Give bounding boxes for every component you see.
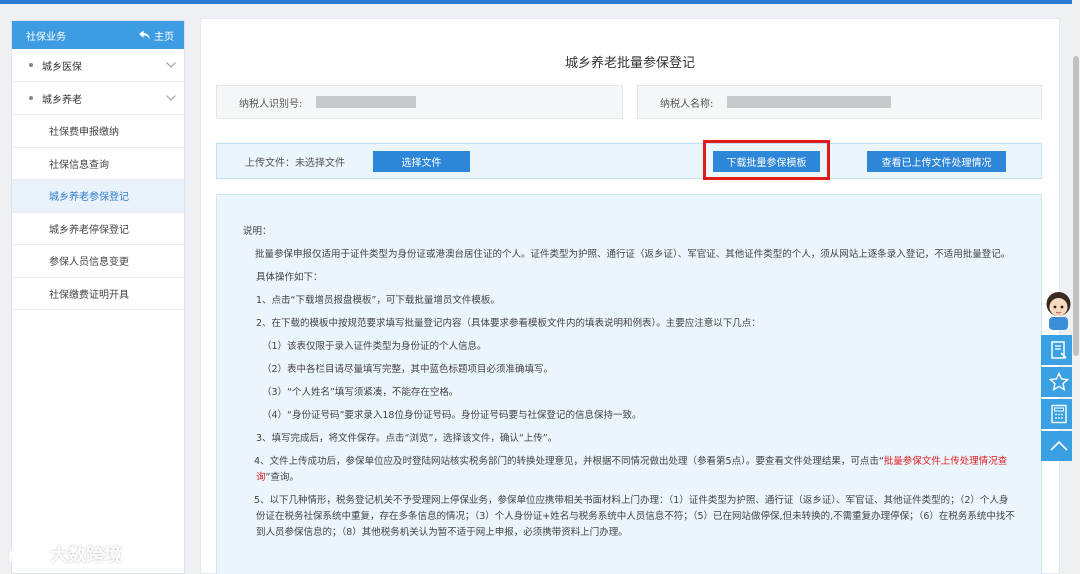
favorite-tool-button[interactable]	[1041, 367, 1076, 397]
page-title: 城乡养老批量参保登记	[564, 56, 695, 71]
sidebar-header: 社保业务 主页	[12, 21, 184, 49]
scrollbar-track[interactable]	[1072, 0, 1080, 574]
upload-file-label: 上传文件：未选择文件	[245, 157, 345, 169]
instructions-step2: 2、在下载的模板中按规范要求填写批量登记内容（具体要求参看模板文件内的填表说明和…	[256, 318, 761, 329]
calculator-tool-button[interactable]	[1041, 399, 1076, 429]
sidebar-title: 社保业务	[26, 31, 66, 43]
instructions-step4: 4、文件上传成功后，参保单位应及时登陆网站核实税务部门的转换处理意见，并根据不同…	[254, 454, 1017, 486]
select-file-button[interactable]: 选择文件	[373, 151, 470, 172]
group-label: 城乡医保	[42, 61, 82, 73]
view-upload-status-button[interactable]: 查看已上传文件处理情况	[867, 151, 1006, 172]
taxpayer-id-label: 纳税人识别号:	[239, 98, 303, 110]
sidebar-group-rural-medical[interactable]: 城乡医保	[12, 49, 184, 82]
instructions-step5: 5、以下几种情形，税务登记机关不予受理网上停保业务，参保单位应携带相关书面材料上…	[254, 495, 1015, 538]
home-link[interactable]: 主页	[139, 28, 174, 43]
chevron-down-icon	[166, 62, 176, 68]
highlight-box	[703, 140, 830, 180]
instructions-intro: 批量参保申报仅适用于证件类型为身份证或港澳台居住证的个人。证件类型为护照、通行证…	[255, 249, 1011, 260]
sidebar-item-pension-stop[interactable]: 城乡养老停保登记	[12, 213, 184, 245]
taxpayer-name-box: 纳税人名称:	[637, 85, 1042, 119]
sidebar-item-payment-certificate[interactable]: 社保缴费证明开具	[12, 278, 184, 310]
chevron-up-icon	[1049, 440, 1068, 451]
main-panel: 城乡养老批量参保登记 纳税人识别号: 纳税人名称: 上传文件：未选择文件 选择文…	[200, 18, 1060, 574]
back-to-top-button[interactable]	[1041, 431, 1076, 461]
sidebar-item-info-change[interactable]: 参保人员信息变更	[12, 245, 184, 278]
chevron-down-icon	[166, 95, 176, 101]
mascot-icon[interactable]	[1041, 288, 1076, 330]
taxpayer-name-label: 纳税人名称:	[660, 98, 714, 110]
home-label: 主页	[154, 31, 174, 43]
instructions-panel: 说明： 批量参保申报仅适用于证件类型为身份证或港澳台居住证的个人。证件类型为护照…	[216, 194, 1042, 574]
sidebar-item-info-query[interactable]: 社保信息查询	[12, 148, 184, 180]
instructions-note1: （1）该表仅限于录入证件类型为身份证的个人信息。	[262, 341, 487, 352]
taxpayer-name-masked	[727, 96, 892, 108]
form-tool-button[interactable]	[1041, 335, 1076, 365]
calculator-icon	[1050, 404, 1067, 424]
sidebar: 社保业务 主页 城乡医保 城乡养老 社保费申报缴纳 社保信息查询 城乡养老参保登…	[11, 20, 185, 574]
watermark-text: 大数跨境	[50, 545, 122, 566]
sidebar-group-rural-pension[interactable]: 城乡养老	[12, 82, 184, 115]
instructions-note4: （4）“身份证号码”要求录入18位身份证号码。身份证号码要与社保登记的信息保持一…	[262, 410, 642, 421]
instructions-note2: （2）表中各栏目请尽量填写完整，其中蓝色标题项目必须准确填写。	[262, 364, 554, 375]
top-accent-strip	[0, 0, 1080, 4]
group-label: 城乡养老	[42, 94, 82, 106]
step4-text-b: ”查询。	[265, 472, 299, 483]
watermark-logo-icon	[9, 544, 43, 562]
scrollbar-thumb[interactable]	[1073, 56, 1079, 356]
floating-toolbar	[1041, 288, 1076, 461]
back-arrow-icon	[139, 30, 150, 40]
bullet-icon	[29, 96, 33, 100]
instructions-heading: 说明：	[243, 226, 272, 237]
instructions-step1: 1、点击“下载增员报盘模板”，可下载批量增员文件模板。	[256, 295, 500, 306]
instructions-step3: 3、填写完成后，将文件保存。点击“浏览”，选择该文件，确认“上传”。	[256, 433, 558, 444]
instructions-note3: （3）“个人姓名”填写须紧凑，不能存在空格。	[262, 387, 459, 398]
sidebar-item-fee-declaration[interactable]: 社保费申报缴纳	[12, 115, 184, 148]
taxpayer-id-box: 纳税人识别号:	[216, 85, 623, 119]
watermark: 大数跨境	[8, 541, 122, 567]
document-edit-icon	[1050, 341, 1067, 359]
taxpayer-id-masked	[316, 96, 417, 108]
instructions-steps-title: 具体操作如下：	[256, 272, 323, 283]
step4-text-a: 4、文件上传成功后，参保单位应及时登陆网站核实税务部门的转换处理意见，并根据不同…	[254, 456, 884, 467]
star-icon	[1048, 372, 1069, 392]
sidebar-item-pension-registration[interactable]: 城乡养老参保登记	[12, 180, 184, 213]
bullet-icon	[29, 63, 33, 67]
upload-bar: 上传文件：未选择文件 选择文件 下载批量参保模板 查看已上传文件处理情况	[216, 143, 1042, 179]
